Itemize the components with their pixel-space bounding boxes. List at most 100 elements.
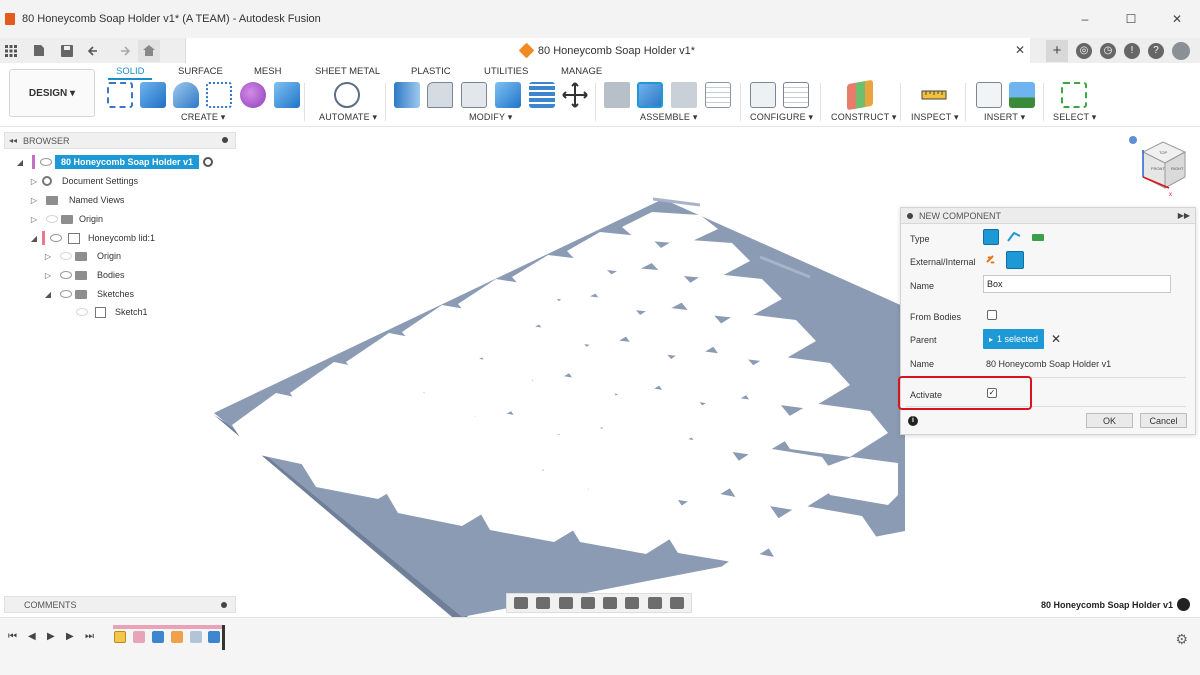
pan-icon[interactable] [558, 597, 573, 609]
timeline-combine-feature[interactable] [208, 631, 220, 643]
timeline-marker[interactable] [222, 625, 225, 650]
close-window-button[interactable]: ✕ [1154, 12, 1200, 26]
tab-utilities[interactable]: UTILITIES [484, 66, 528, 77]
box-icon[interactable] [274, 82, 300, 108]
tab-sheet-metal[interactable]: SHEET METAL [315, 66, 380, 77]
tree-row-named-views[interactable]: ▷ Named Views [30, 191, 124, 209]
parent-selection-button[interactable]: ▸ 1 selected [983, 329, 1044, 349]
fit-icon[interactable] [603, 597, 618, 609]
tree-row-root[interactable]: ◢ 80 Honeycomb Soap Holder v1 [16, 153, 214, 171]
redo-icon[interactable] [112, 40, 134, 62]
job-status-icon[interactable]: ◷ [1100, 42, 1116, 59]
expand-icon[interactable]: ◢ [44, 290, 52, 299]
visibility-eye-icon[interactable] [40, 158, 52, 166]
viewports-icon[interactable] [669, 597, 684, 609]
timeline-sketch-feature[interactable] [114, 631, 126, 643]
comments-panel[interactable]: COMMENTS [4, 596, 236, 613]
fillet-icon[interactable] [427, 82, 453, 108]
measure-icon[interactable] [921, 82, 947, 108]
tree-row-sketches[interactable]: ◢ Sketches [44, 285, 134, 303]
modify-menu[interactable]: MODIFY ▾ [469, 112, 512, 123]
configuration-table-icon[interactable] [783, 82, 809, 108]
combine-icon[interactable] [495, 82, 521, 108]
timeline-previous-button[interactable]: ◀ [28, 631, 36, 642]
expand-icon[interactable]: ▷ [30, 177, 38, 186]
visibility-eye-icon[interactable] [76, 308, 88, 316]
pattern-icon[interactable] [206, 82, 232, 108]
extensions-icon[interactable]: ◎ [1076, 42, 1092, 59]
display-settings-icon[interactable] [625, 597, 640, 609]
file-menu-icon[interactable] [28, 40, 50, 62]
tab-manage[interactable]: MANAGE [561, 66, 602, 77]
move-copy-icon[interactable] [562, 82, 588, 108]
help-icon[interactable]: ? [1148, 42, 1164, 59]
info-icon[interactable]: i [908, 416, 918, 426]
user-avatar[interactable] [1172, 41, 1190, 60]
minimize-button[interactable]: – [1062, 12, 1108, 26]
internal-component-icon[interactable] [1006, 251, 1024, 269]
select-icon[interactable] [1061, 82, 1087, 108]
timeline-pattern-feature[interactable] [171, 631, 183, 643]
pin-icon[interactable] [222, 137, 228, 143]
new-component-icon[interactable] [637, 82, 663, 108]
orbit-icon[interactable] [514, 597, 529, 609]
root-component-label[interactable]: 80 Honeycomb Soap Holder v1 [55, 155, 200, 169]
tab-mesh[interactable]: MESH [254, 66, 281, 77]
undo-icon[interactable] [84, 40, 106, 62]
document-tab[interactable]: 80 Honeycomb Soap Holder v1* ✕ [185, 38, 1030, 63]
grid-settings-icon[interactable] [647, 597, 662, 609]
timeline-last-button[interactable]: ⏭ [85, 631, 94, 642]
timeline-next-button[interactable]: ▶ [66, 631, 74, 642]
tree-row-honeycomb-lid[interactable]: ◢ Honeycomb lid:1 [30, 229, 155, 247]
as-built-joint-icon[interactable] [671, 82, 697, 108]
form-icon[interactable] [240, 82, 266, 108]
visibility-eye-icon[interactable] [60, 271, 72, 279]
timeline-settings-icon[interactable]: ⚙ [1175, 631, 1188, 648]
create-menu[interactable]: CREATE ▾ [181, 112, 225, 123]
expand-root-icon[interactable]: ◢ [16, 158, 24, 167]
press-pull-icon[interactable] [394, 82, 420, 108]
revolve-icon[interactable] [173, 82, 199, 108]
dialog-header[interactable]: NEW COMPONENT ▶▶ [901, 208, 1195, 224]
tab-solid[interactable]: SOLID [116, 66, 145, 77]
expand-icon[interactable]: ◢ [30, 234, 38, 243]
external-link-icon[interactable] [983, 252, 999, 268]
component-name-input[interactable]: Box [983, 275, 1171, 293]
pin-icon[interactable] [221, 602, 227, 608]
ok-button[interactable]: OK [1086, 413, 1133, 428]
timeline-first-button[interactable]: ⏮ [8, 631, 17, 642]
tree-row-bodies[interactable]: ▷ Bodies [44, 266, 125, 284]
extrude-icon[interactable] [140, 82, 166, 108]
tab-plastic[interactable]: PLASTIC [411, 66, 451, 77]
save-icon[interactable] [56, 40, 78, 62]
comment-bubble-icon[interactable] [1177, 598, 1190, 611]
visibility-eye-icon[interactable] [46, 215, 58, 223]
type-standard-component-icon[interactable] [983, 229, 999, 245]
automate-icon[interactable] [334, 82, 360, 108]
look-at-icon[interactable] [536, 597, 551, 609]
visibility-eye-icon[interactable] [60, 290, 72, 298]
configure-menu[interactable]: CONFIGURE ▾ [750, 112, 813, 123]
visibility-eye-icon[interactable] [50, 234, 62, 242]
browser-header[interactable]: ◂◂ BROWSER [4, 132, 236, 149]
insert-derive-icon[interactable] [976, 82, 1002, 108]
expand-dialog-icon[interactable]: ▶▶ [1178, 211, 1190, 220]
tab-surface[interactable]: SURFACE [178, 66, 223, 77]
insert-canvas-icon[interactable] [1009, 82, 1035, 108]
timeline-play-button[interactable]: ▶ [47, 631, 55, 642]
maximize-button[interactable]: ☐ [1108, 12, 1154, 26]
from-bodies-checkbox[interactable] [987, 310, 997, 320]
assemble-menu[interactable]: ASSEMBLE ▾ [640, 112, 698, 123]
zoom-icon[interactable] [580, 597, 595, 609]
tree-row-lid-origin[interactable]: ▷ Origin [44, 247, 121, 265]
expand-icon[interactable]: ▷ [30, 215, 38, 224]
type-sheet-metal-icon[interactable] [1006, 229, 1022, 245]
shell-icon[interactable] [461, 82, 487, 108]
close-tab-icon[interactable]: ✕ [1015, 43, 1025, 57]
expand-icon[interactable]: ▷ [44, 252, 52, 261]
create-sketch-icon[interactable] [107, 82, 133, 108]
tree-row-document-settings[interactable]: ▷ Document Settings [30, 172, 138, 190]
timeline-extrude-feature[interactable] [152, 631, 164, 643]
clear-selection-icon[interactable]: ✕ [1051, 332, 1061, 346]
tree-row-sketch1[interactable]: Sketch1 [72, 303, 148, 321]
